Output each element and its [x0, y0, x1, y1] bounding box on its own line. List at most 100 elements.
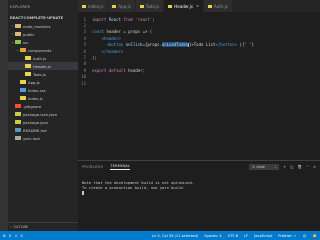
- selected-text: onLoadTodos: [161, 42, 189, 48]
- terminal-output[interactable]: Note that the development build is not o…: [78, 172, 320, 195]
- terminal-select[interactable]: 1: node ⌄: [248, 163, 279, 170]
- encoding[interactable]: UTF-8: [228, 234, 238, 238]
- folder-item[interactable]: ⌄ src: [8, 38, 78, 46]
- warning-icon: ⚠: [14, 233, 18, 238]
- code-token: header: [104, 29, 121, 35]
- tree-item-label: Auth.js: [33, 55, 47, 61]
- code-token: <header>: [101, 35, 121, 41]
- file-icon: [20, 88, 26, 92]
- code-token: |{' '}: [237, 42, 254, 48]
- chevron-down-icon: ⌄: [274, 164, 277, 169]
- line-number: 10: [81, 74, 86, 80]
- status-right: Ln 5, Col 39 (11 selected) Spaces: 4 UTF…: [152, 234, 320, 238]
- code-token: = props => (: [120, 29, 153, 35]
- tab-problems[interactable]: PROBLEMS: [82, 165, 103, 169]
- file-item[interactable]: Auth.js: [8, 54, 78, 62]
- file-item[interactable]: README.md: [8, 126, 78, 134]
- line-number: 9: [83, 67, 86, 73]
- tab-app-js[interactable]: App.js: [108, 0, 136, 12]
- code-token: Todo List: [193, 42, 216, 48]
- tree-item-label: App.js: [28, 79, 40, 85]
- js-file-icon: [112, 4, 117, 8]
- line-number: 11: [81, 80, 86, 86]
- file-item[interactable]: index.js: [8, 94, 78, 102]
- file-item[interactable]: App.js: [8, 78, 78, 86]
- folder-icon: [15, 24, 21, 28]
- cursor-position[interactable]: Ln 5, Col 39 (11 selected): [152, 234, 198, 238]
- folder-item[interactable]: › public: [8, 30, 78, 38]
- js-file-icon: [82, 4, 86, 8]
- status-problems[interactable]: ⊗ 0 ⚠ 0: [0, 234, 23, 238]
- folder-item[interactable]: ⌄ components: [8, 46, 78, 54]
- tree-item-label: package-lock.json: [23, 111, 58, 117]
- code-token: ;: [152, 16, 155, 22]
- line-ending[interactable]: LF: [244, 234, 248, 238]
- chevron-up-icon[interactable]: ^: [306, 165, 309, 169]
- file-item[interactable]: yarn.lock: [8, 134, 78, 142]
- folder-icon: [15, 32, 21, 36]
- tab-index-js[interactable]: index.js: [78, 0, 109, 12]
- bell-icon[interactable]: 🔔: [313, 234, 317, 238]
- outline-section[interactable]: › OUTLINE: [8, 222, 78, 231]
- tree-item-label: node_modules: [23, 23, 51, 29]
- tab-label: Todo.js: [145, 3, 160, 9]
- tree-item-label: .gitignore: [23, 103, 42, 109]
- js-file-icon: [168, 4, 173, 8]
- file-tree: › node_modules › public ⌄ src ⌄ components Auth.…: [8, 22, 78, 142]
- file-item[interactable]: Header.js: [8, 62, 78, 70]
- close-icon[interactable]: ×: [196, 4, 199, 8]
- file-icon: [25, 56, 31, 60]
- file-icon: [15, 120, 21, 124]
- code-editor[interactable]: 1 import React from 'react'; 2 3 const h…: [78, 16, 320, 148]
- line-number: 2: [83, 23, 86, 29]
- project-header[interactable]: REACT-COMPLETE-UPDATE: [8, 14, 78, 22]
- code-token: default: [106, 67, 126, 73]
- indentation[interactable]: Spaces: 4: [204, 234, 221, 238]
- file-item[interactable]: package.json: [8, 118, 78, 126]
- tree-item-label: index.css: [28, 87, 46, 93]
- code-token: React: [106, 16, 124, 22]
- file-item[interactable]: index.css: [8, 86, 78, 94]
- tree-item-label: yarn.lock: [23, 135, 41, 141]
- smiley-icon[interactable]: ☺: [303, 234, 307, 238]
- folder-item[interactable]: › node_modules: [8, 22, 78, 30]
- line-number: 7: [83, 55, 86, 61]
- language-mode[interactable]: JavaScript: [254, 234, 272, 238]
- explorer-sidebar: EXPLORER REACT-COMPLETE-UPDATE › node_mod…: [8, 0, 78, 231]
- tab-terminal[interactable]: TERMINAL: [110, 164, 131, 170]
- file-item[interactable]: package-lock.json: [8, 110, 78, 118]
- trash-icon[interactable]: 🗑: [297, 165, 302, 169]
- tab-auth-js[interactable]: Auth.js: [203, 0, 233, 12]
- line-number: 6: [83, 48, 86, 54]
- split-icon[interactable]: ◫: [290, 165, 293, 169]
- tab-header-js[interactable]: Header.js ×: [164, 0, 204, 12]
- js-file-icon: [139, 4, 144, 8]
- close-icon[interactable]: ×: [313, 165, 316, 169]
- panel-actions: + ◫ 🗑 ^ ×: [283, 165, 316, 169]
- editor-area: index.js App.js Todo.js Header.js × Auth.js 1…: [78, 0, 320, 231]
- tab-todo-js[interactable]: Todo.js: [135, 0, 165, 12]
- file-icon: [25, 72, 31, 76]
- tree-item-label: components: [28, 47, 52, 53]
- code-token: ={props.: [142, 42, 162, 48]
- tab-label: Auth.js: [213, 3, 228, 9]
- terminal-prompt: [82, 190, 320, 195]
- file-item[interactable]: .gitignore: [8, 102, 78, 110]
- tree-item-label: public: [23, 31, 35, 37]
- activity-bar: [0, 0, 8, 240]
- plus-icon[interactable]: +: [283, 165, 286, 169]
- chevron-right-icon: ›: [10, 225, 12, 229]
- line-number: 4: [83, 35, 86, 41]
- tree-item-label: README.md: [23, 127, 47, 133]
- tree-item-label: package.json: [23, 119, 48, 125]
- file-icon: [15, 128, 21, 132]
- code-token: const: [92, 29, 105, 35]
- tree-item-label: src: [23, 39, 29, 45]
- file-item[interactable]: Todo.js: [8, 70, 78, 78]
- js-file-icon: [207, 4, 212, 8]
- file-icon: [15, 104, 21, 108]
- code-token: </header>: [101, 48, 124, 54]
- formatter-status[interactable]: Prettier: ✓: [278, 234, 297, 238]
- code-token: <button: [106, 42, 124, 48]
- error-count: 0: [9, 233, 12, 238]
